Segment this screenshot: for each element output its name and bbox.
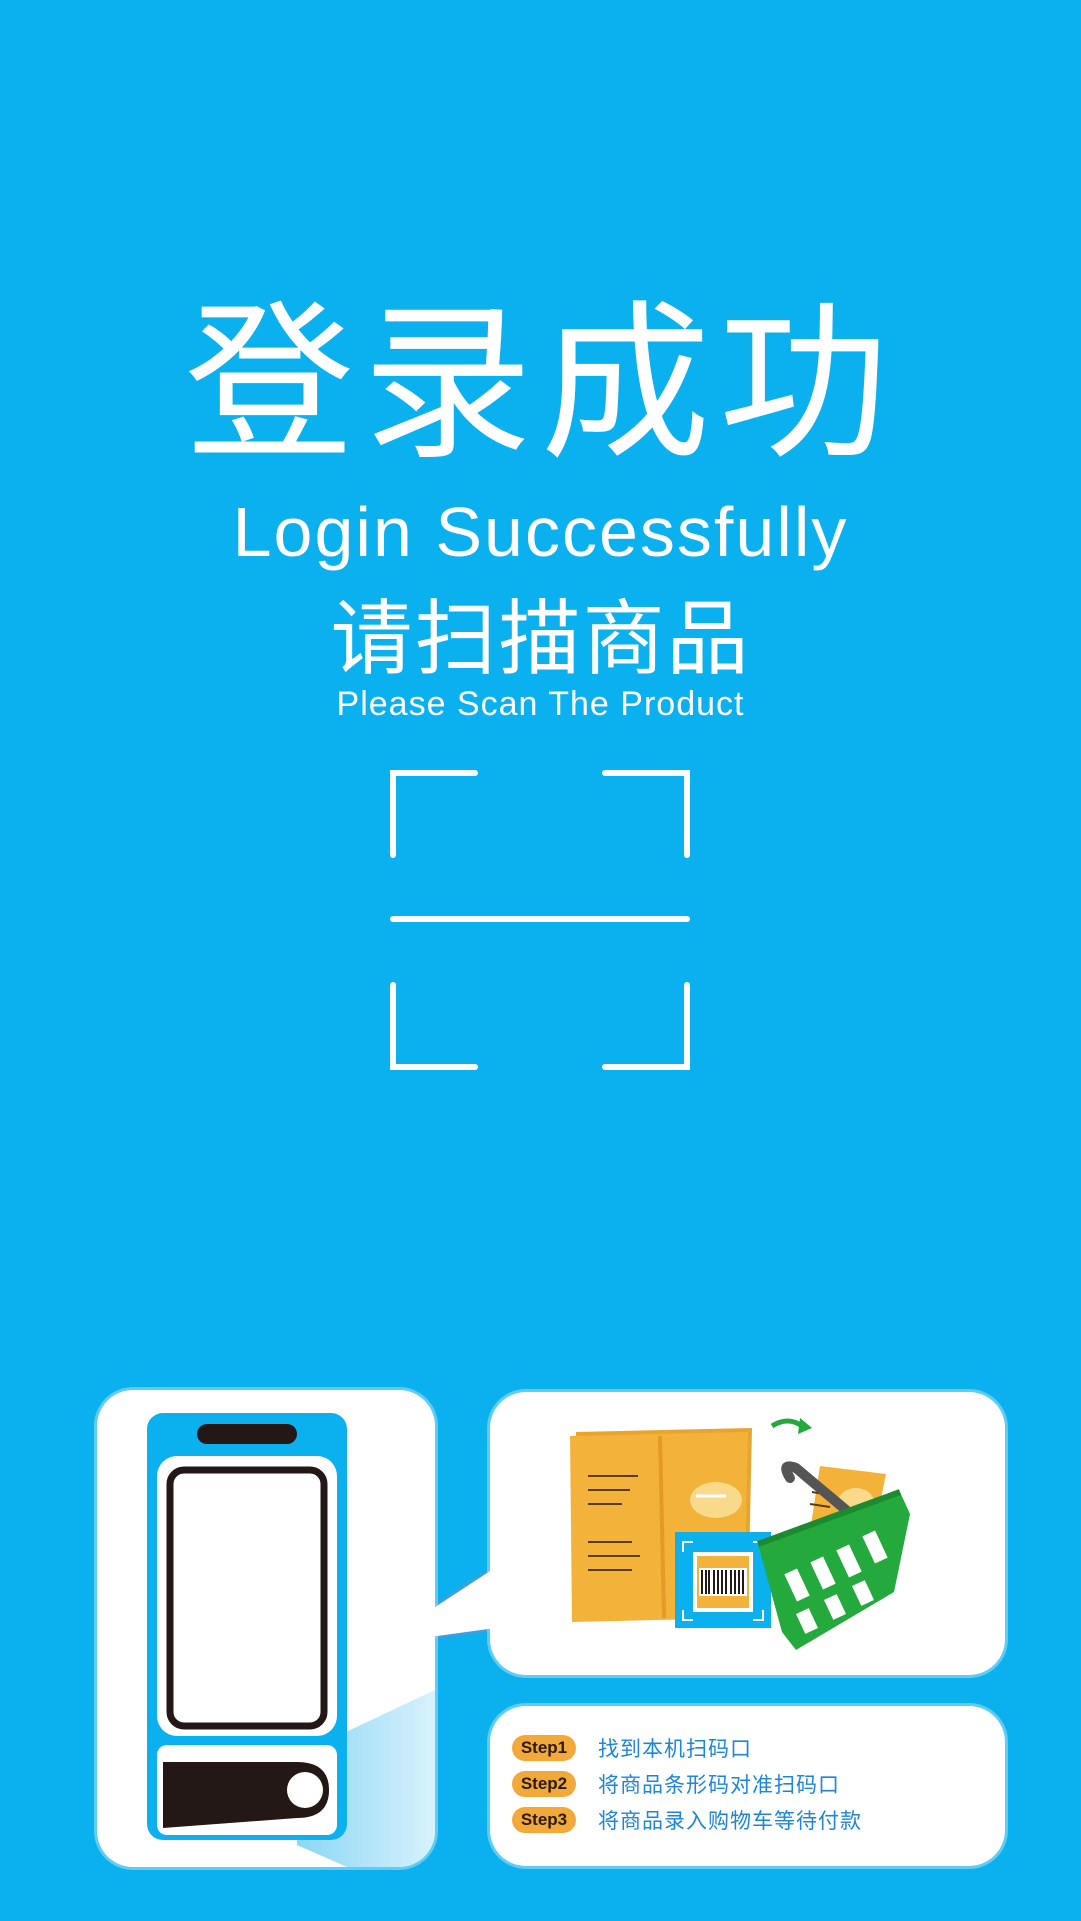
- kiosk-device-icon: [147, 1413, 435, 1867]
- step-badge: Step3: [512, 1807, 576, 1833]
- device-card: [97, 1390, 435, 1867]
- product-bag-icon: [570, 1418, 910, 1650]
- barcode-icon: [675, 1532, 771, 1628]
- shopping-basket-icon: [756, 1489, 910, 1650]
- scan-frame-icon: [390, 770, 690, 1070]
- step-badge: Step2: [512, 1771, 576, 1797]
- step-text: 找到本机扫码口: [598, 1737, 752, 1761]
- step-badge: Step1: [512, 1735, 576, 1761]
- step-row-2: Step2 将商品条形码对准扫码口: [512, 1770, 840, 1798]
- page-subtitle-en: Please Scan The Product: [336, 685, 745, 723]
- curved-arrow-icon: [770, 1418, 804, 1429]
- page-title-cn: 登录成功: [184, 286, 897, 484]
- steps-card: Step1 找到本机扫码口 Step2 将商品条形码对准扫码口 Step3 将商…: [490, 1706, 1005, 1866]
- step-text: 将商品录入购物车等待付款: [598, 1809, 862, 1833]
- step-text: 将商品条形码对准扫码口: [598, 1773, 840, 1797]
- step-row-3: Step3 将商品录入购物车等待付款: [512, 1806, 862, 1834]
- step-row-1: Step1 找到本机扫码口: [512, 1734, 752, 1762]
- page-subtitle-cn: 请扫描商品: [330, 592, 751, 687]
- page-title-en: Login Successfully: [232, 493, 849, 571]
- product-card: [490, 1392, 1005, 1675]
